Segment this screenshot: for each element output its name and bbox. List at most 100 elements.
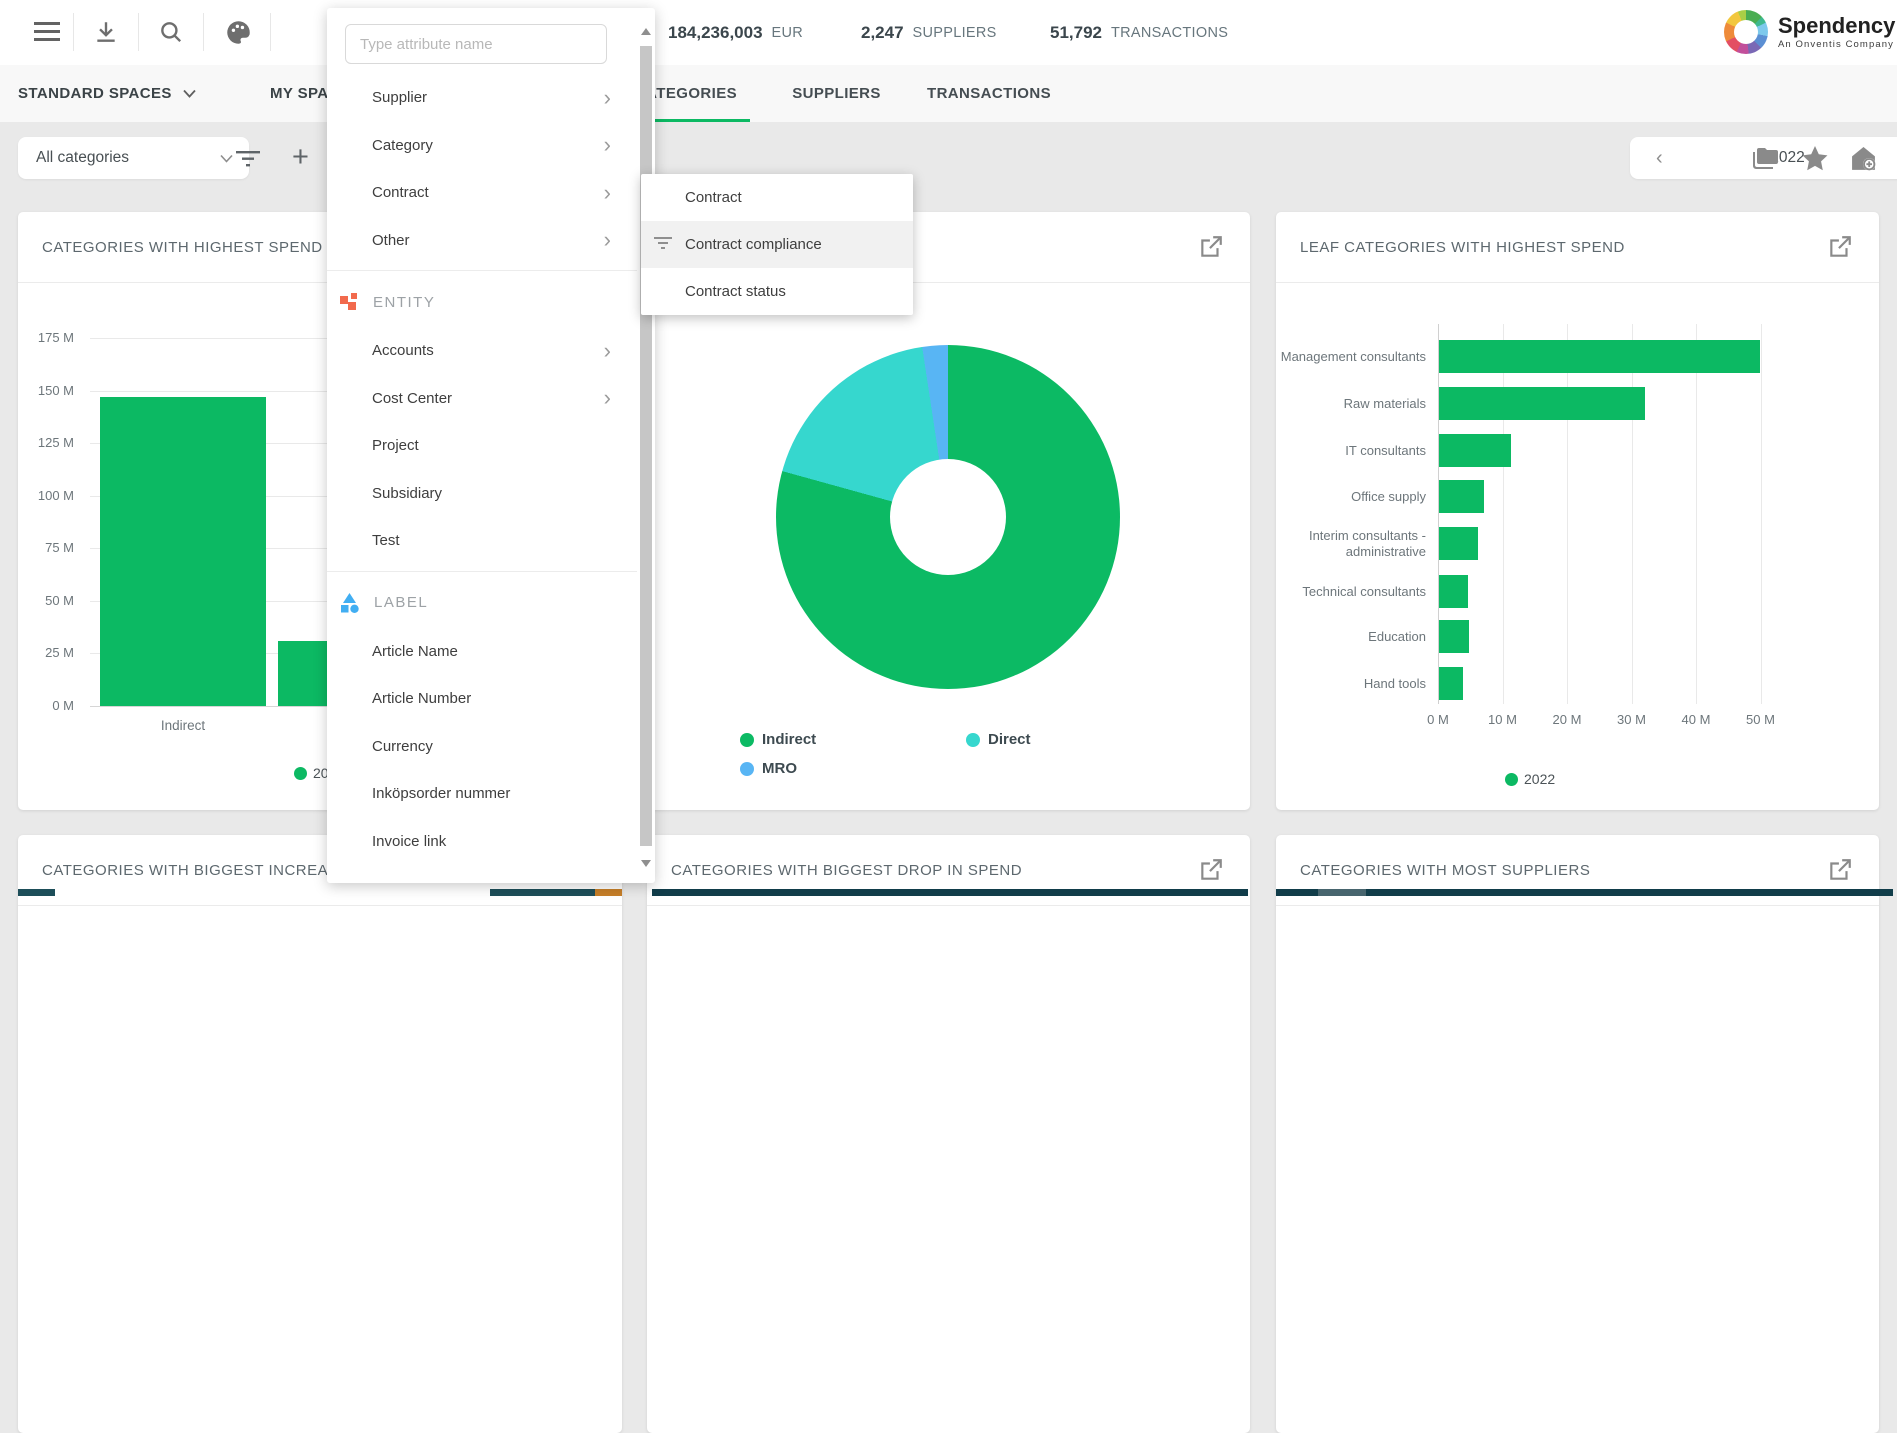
contract-submenu: Contract Contract compliance Contract stat…	[641, 174, 913, 315]
card-header: LEAF CATEGORIES WITH HIGHEST SPEND	[1276, 212, 1879, 283]
menu-item-category[interactable]: Category ›	[327, 122, 637, 170]
menu-item-article-number[interactable]: Article Number	[327, 675, 637, 723]
bar-education[interactable]	[1439, 620, 1469, 653]
card-title: CATEGORIES WITH BIGGEST DROP IN SPEND	[671, 862, 1023, 879]
hamburger-menu-icon[interactable]	[34, 22, 60, 47]
stat-label: TRANSACTIONS	[1111, 24, 1229, 41]
menu-item-accounts[interactable]: Accounts ›	[327, 327, 637, 375]
brand-name: Spendency	[1778, 12, 1896, 38]
gridline	[1567, 324, 1568, 704]
chevron-right-icon: ›	[603, 132, 611, 158]
chevron-right-icon: ›	[603, 227, 611, 253]
spaces-folder-icon[interactable]	[1752, 146, 1779, 175]
bar-office-supply[interactable]	[1439, 480, 1484, 513]
chevron-left-icon[interactable]: ‹	[1656, 148, 1663, 168]
card-title: CATEGORIES WITH MOST SUPPLIERS	[1300, 862, 1591, 879]
attribute-dropdown-panel: Supplier › Category › Contract › Other › ENTITY A…	[327, 8, 655, 883]
menu-item-label: Cost Center	[372, 389, 453, 407]
card-leaf-categories: LEAF CATEGORIES WITH HIGHEST SPEND 0 M 10…	[1276, 212, 1879, 810]
stat-transactions: 51,792 TRANSACTIONS	[1050, 0, 1228, 65]
menu-item-test[interactable]: Test	[327, 517, 637, 565]
top-toolbar: Spendency An Onventis Company 184,236,00…	[0, 0, 1897, 66]
y-axis-tick: 175 M	[37, 329, 74, 345]
legend-dot[interactable]	[1505, 773, 1518, 786]
tab-transactions[interactable]: TRANSACTIONS	[916, 65, 1062, 122]
legend-label[interactable]: 2022	[1524, 771, 1555, 787]
open-in-new-icon[interactable]	[1827, 857, 1853, 883]
legend-dot-indirect[interactable]	[740, 733, 754, 747]
menu-item-currency[interactable]: Currency	[327, 723, 637, 771]
stat-value: 51,792	[1050, 22, 1102, 42]
menu-item-subsidiary[interactable]: Subsidiary	[327, 470, 637, 518]
category-filter-value: All categories	[36, 149, 130, 166]
menu-item-other[interactable]: Other ›	[327, 217, 637, 265]
bottom-chart-sliver	[652, 889, 1248, 896]
legend-label-direct[interactable]: Direct	[988, 731, 1031, 748]
palette-icon[interactable]	[225, 19, 252, 51]
menu-item-cost-center[interactable]: Cost Center ›	[327, 375, 637, 423]
bar-interim-consultants-administrative[interactable]	[1439, 527, 1478, 560]
y-axis-tick: 125 M	[37, 435, 74, 451]
category-label: Interim consultants - administrative	[1308, 527, 1426, 559]
toolbar-divider	[73, 13, 74, 51]
category-filter-select[interactable]: All categories	[18, 137, 249, 179]
legend-dot-mro[interactable]	[740, 762, 754, 776]
tab-suppliers[interactable]: SUPPLIERS	[783, 65, 890, 122]
open-in-new-icon[interactable]	[1198, 234, 1224, 260]
legend-label-mro[interactable]: MRO	[762, 760, 797, 777]
menu-item-article-name[interactable]: Article Name	[327, 628, 637, 676]
dropdown-scrollbar[interactable]	[639, 22, 653, 873]
download-icon[interactable]	[93, 19, 119, 50]
spendency-ring-icon	[1724, 10, 1768, 54]
bar-indirect[interactable]	[100, 396, 266, 706]
menu-item-label: Other	[372, 231, 410, 249]
submenu-item-contract-status[interactable]: Contract status	[641, 268, 913, 315]
scroll-up-icon[interactable]	[641, 28, 651, 35]
add-filter-button[interactable]: +	[292, 141, 309, 174]
search-icon[interactable]	[158, 19, 184, 50]
attribute-search-input[interactable]	[345, 24, 607, 64]
submenu-item-label: Contract status	[685, 283, 786, 300]
x-axis-tick: 10 M	[1488, 712, 1517, 727]
navigation-bar: STANDARD SPACES MY SPACES CATEGORIES SUPPLI…	[0, 65, 1897, 171]
menu-item-label: Contract	[372, 184, 429, 202]
favorite-star-icon[interactable]	[1802, 146, 1828, 176]
toolbar-divider	[138, 13, 139, 51]
menu-item-supplier[interactable]: Supplier ›	[327, 74, 637, 122]
label-icon	[339, 592, 360, 613]
submenu-item-contract-compliance[interactable]: Contract compliance	[641, 221, 913, 268]
bottom-chart-sliver	[1366, 889, 1893, 896]
submenu-item-contract[interactable]: Contract	[641, 174, 913, 221]
stat-suppliers: 2,247 SUPPLIERS	[861, 0, 997, 65]
gridline	[1696, 324, 1697, 704]
menu-group-header-label: LABEL	[327, 578, 637, 628]
menu-item-invoice-link[interactable]: Invoice link	[327, 818, 637, 866]
space-selector-standard-spaces[interactable]: STANDARD SPACES	[18, 65, 196, 122]
chevron-right-icon: ›	[603, 385, 611, 411]
category-label: Office supply	[1351, 488, 1426, 504]
toolbar-divider	[270, 13, 271, 51]
add-dashboard-home-icon[interactable]	[1850, 146, 1877, 177]
legend-label-indirect[interactable]: Indirect	[762, 731, 816, 748]
legend-dot[interactable]	[294, 767, 307, 780]
category-label: Technical consultants	[1302, 583, 1426, 599]
menu-item-contract[interactable]: Contract ›	[327, 169, 637, 217]
bar-technical-consultants[interactable]	[1439, 575, 1469, 608]
card-most-suppliers: CATEGORIES WITH MOST SUPPLIERS	[1276, 835, 1879, 1433]
bar-it-consultants[interactable]	[1439, 434, 1512, 467]
bar-management-consultants[interactable]	[1439, 340, 1761, 373]
space-label: STANDARD SPACES	[18, 85, 172, 102]
menu-group-label: ENTITY	[373, 293, 436, 311]
legend-dot-direct[interactable]	[966, 733, 980, 747]
scroll-down-icon[interactable]	[641, 860, 651, 867]
filter-icon[interactable]	[236, 150, 260, 172]
scrollbar-thumb[interactable]	[640, 46, 652, 846]
menu-item-ink-psorder-nummer[interactable]: Inköpsorder nummer	[327, 770, 637, 818]
menu-item-project[interactable]: Project	[327, 422, 637, 470]
open-in-new-icon[interactable]	[1827, 234, 1853, 260]
open-in-new-icon[interactable]	[1198, 857, 1224, 883]
stat-label: EUR	[771, 24, 804, 41]
bottom-chart-sliver	[595, 889, 622, 896]
bar-raw-materials[interactable]	[1439, 387, 1646, 420]
bar-hand-tools[interactable]	[1439, 667, 1463, 700]
